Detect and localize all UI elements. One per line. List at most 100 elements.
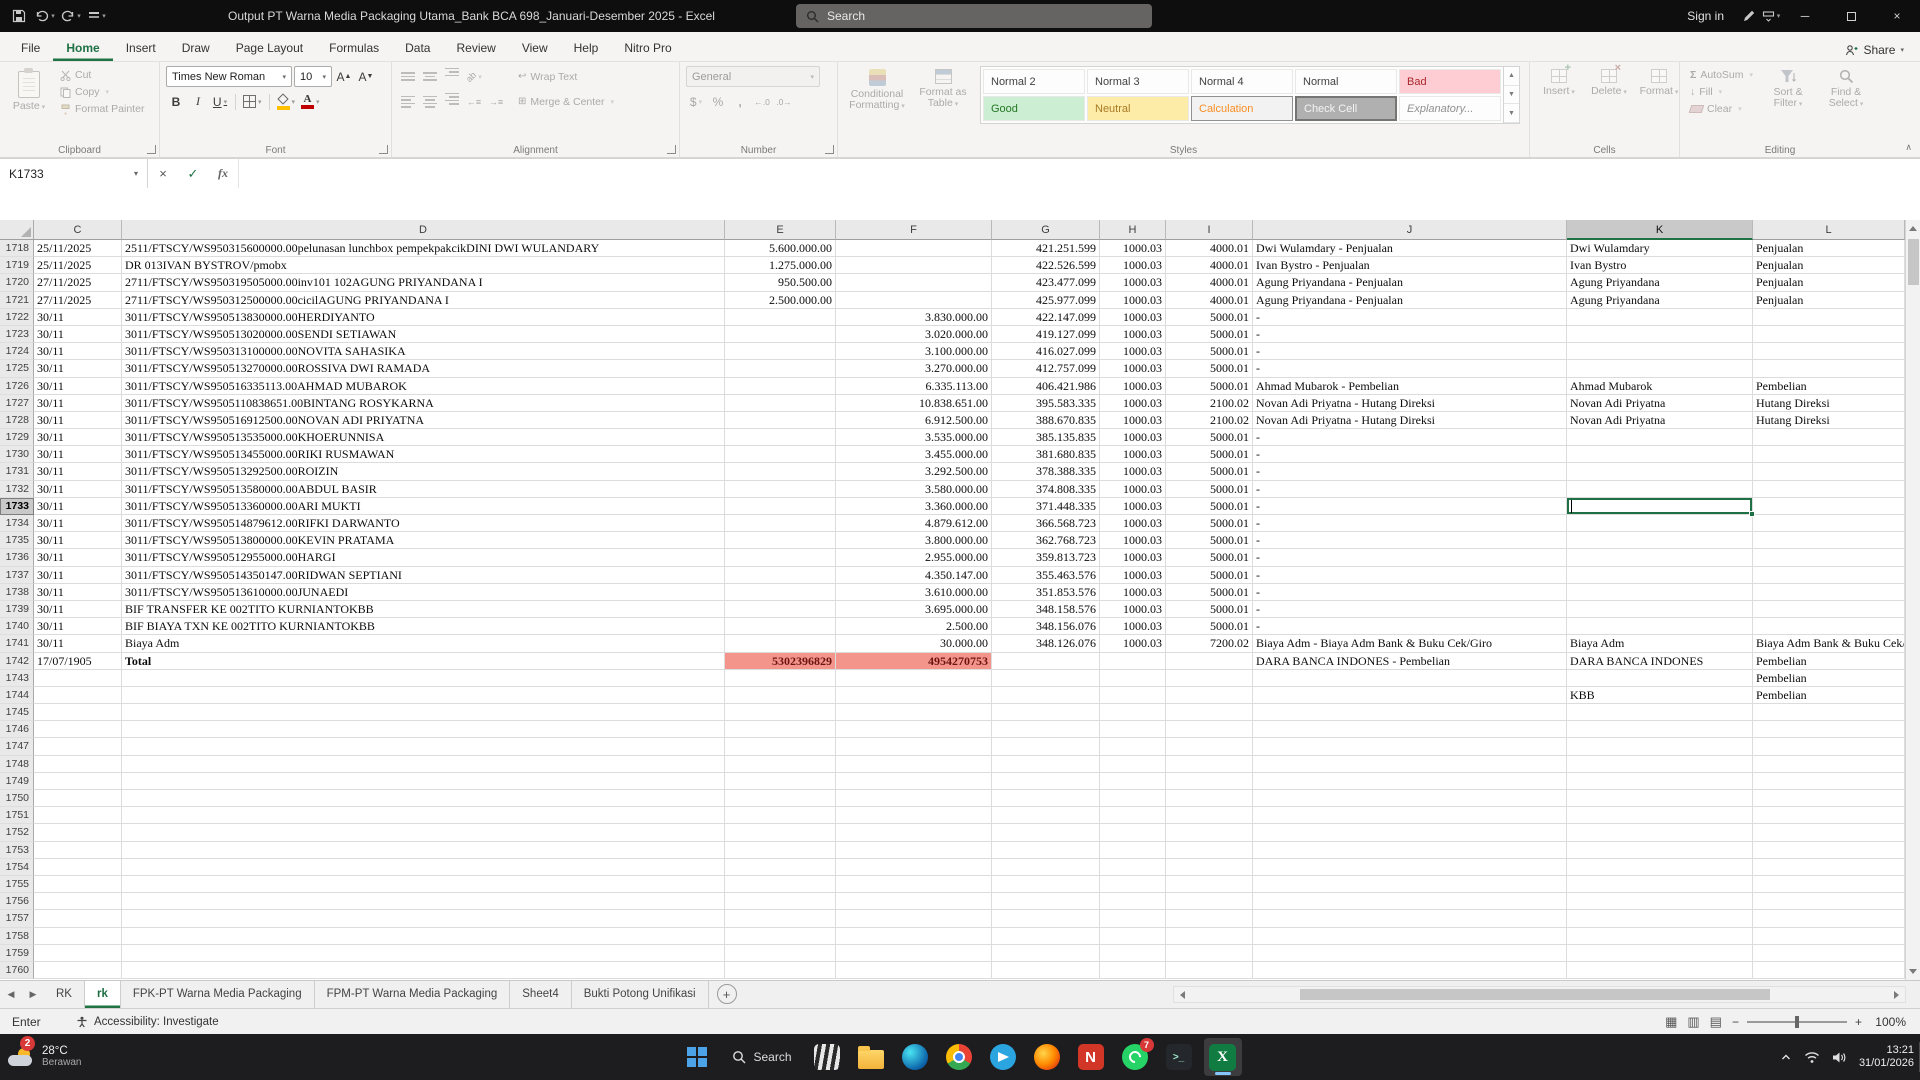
grid-cell[interactable]: 3011/FTSCY/WS950514350147.00RIDWAN SEPTI… xyxy=(122,567,725,584)
autosum-button[interactable]: ΣAutoSum xyxy=(1686,68,1757,82)
grid-cell[interactable] xyxy=(1100,807,1166,824)
tab-insert[interactable]: Insert xyxy=(113,35,169,61)
sheet-tab-bukti-potong-unifikasi[interactable]: Bukti Potong Unifikasi xyxy=(572,981,709,1008)
grid-cell[interactable] xyxy=(725,601,836,618)
grid-cell[interactable]: Total xyxy=(122,653,725,670)
grid-cell[interactable]: 359.813.723 xyxy=(992,549,1100,566)
chrome-icon[interactable] xyxy=(940,1038,978,1076)
grid-cell[interactable] xyxy=(836,738,992,755)
grid-cell[interactable] xyxy=(1166,687,1253,704)
grid-cell[interactable]: 3.360.000.00 xyxy=(836,498,992,515)
cell-style-neutral[interactable]: Neutral xyxy=(1087,96,1189,121)
grid-cell[interactable]: - xyxy=(1253,567,1567,584)
grid-cell[interactable] xyxy=(836,721,992,738)
grid-cell[interactable]: 25/11/2025 xyxy=(34,240,122,257)
grid-cell[interactable]: 30/11 xyxy=(34,532,122,549)
grid-cell[interactable] xyxy=(1753,842,1905,859)
grid-cell[interactable] xyxy=(1166,670,1253,687)
grid-cell[interactable] xyxy=(1253,687,1567,704)
grid-cell[interactable]: Pembelian xyxy=(1753,670,1905,687)
grid-cell[interactable] xyxy=(1567,532,1753,549)
styles-scroll-up[interactable]: ▲ xyxy=(1504,67,1519,86)
grid-cell[interactable] xyxy=(1753,463,1905,480)
grid-cell[interactable]: 378.388.335 xyxy=(992,463,1100,480)
row-header[interactable]: 1739 xyxy=(0,601,34,618)
grid-cell[interactable] xyxy=(725,463,836,480)
sheet-tab-fpm-pt-warna-media-packaging[interactable]: FPM-PT Warna Media Packaging xyxy=(315,981,511,1008)
grid-cell[interactable]: 3011/FTSCY/WS9505110838651.00BINTANG ROS… xyxy=(122,395,725,412)
format-cells-button[interactable]: Format xyxy=(1636,66,1682,101)
decrease-decimal-button[interactable]: .0→ xyxy=(774,91,794,112)
wrap-text-button[interactable]: ↩Wrap Text xyxy=(514,70,581,84)
grid-cell[interactable]: 2511/FTSCY/WS950315600000.00pelunasan lu… xyxy=(122,240,725,257)
vertical-scrollbar[interactable] xyxy=(1905,220,1920,980)
cell-style-bad[interactable]: Bad xyxy=(1399,69,1501,94)
taskbar-clock[interactable]: 13:21 31/01/2026 xyxy=(1859,1044,1914,1071)
save-button[interactable] xyxy=(8,4,30,28)
grid-cell[interactable]: 1000.03 xyxy=(1100,429,1166,446)
grid-cell[interactable] xyxy=(122,738,725,755)
grid-cell[interactable] xyxy=(1166,893,1253,910)
grid-cell[interactable]: 1000.03 xyxy=(1100,481,1166,498)
grid-cell[interactable]: 1000.03 xyxy=(1100,549,1166,566)
grid-cell[interactable]: 388.670.835 xyxy=(992,412,1100,429)
grid-cell[interactable] xyxy=(1100,859,1166,876)
grid-cell[interactable]: 1000.03 xyxy=(1100,567,1166,584)
grid-cell[interactable]: 419.127.099 xyxy=(992,326,1100,343)
grid-cell[interactable]: BIF BIAYA TXN KE 002TITO KURNIANTOKBB xyxy=(122,618,725,635)
grid-cell[interactable]: 1000.03 xyxy=(1100,635,1166,652)
telegram-icon[interactable] xyxy=(984,1038,1022,1076)
grid-cell[interactable]: Agung Priyandana - Penjualan xyxy=(1253,292,1567,309)
grid-cell[interactable]: - xyxy=(1253,309,1567,326)
grid-cell[interactable] xyxy=(1753,498,1905,515)
insert-function-button[interactable]: fx xyxy=(208,159,238,188)
grid-cell[interactable] xyxy=(1567,704,1753,721)
fill-button[interactable]: ↓Fill xyxy=(1686,85,1757,99)
grid-cell[interactable]: 5000.01 xyxy=(1166,429,1253,446)
page-break-view-button[interactable]: ▤ xyxy=(1710,1014,1722,1030)
grid-cell[interactable]: 2711/FTSCY/WS950319505000.00inv101 102AG… xyxy=(122,274,725,291)
grid-cell[interactable]: 3.610.000.00 xyxy=(836,584,992,601)
grid-cell[interactable] xyxy=(1753,962,1905,979)
row-header[interactable]: 1744 xyxy=(0,687,34,704)
row-header[interactable]: 1758 xyxy=(0,928,34,945)
grid-cell[interactable] xyxy=(122,773,725,790)
grid-cell[interactable] xyxy=(1567,309,1753,326)
grid-cell[interactable] xyxy=(34,756,122,773)
grid-cell[interactable]: 3011/FTSCY/WS950513830000.00HERDIYANTO xyxy=(122,309,725,326)
row-header[interactable]: 1727 xyxy=(0,395,34,412)
customize-quick-access-button[interactable] xyxy=(86,4,108,28)
grid-cell[interactable]: Biaya Adm xyxy=(1567,635,1753,652)
grid-cell[interactable] xyxy=(836,773,992,790)
format-as-table-button[interactable]: Format as Table xyxy=(914,66,972,113)
column-header-f[interactable]: F xyxy=(836,220,992,240)
grid-cell[interactable]: 425.977.099 xyxy=(992,292,1100,309)
grid-cell[interactable] xyxy=(992,842,1100,859)
row-header[interactable]: 1720 xyxy=(0,274,34,291)
grid-cell[interactable] xyxy=(1253,876,1567,893)
grid-cell[interactable]: 3011/FTSCY/WS950513292500.00ROIZIN xyxy=(122,463,725,480)
grid-cell[interactable] xyxy=(1567,945,1753,962)
font-size-select[interactable]: 10 xyxy=(294,66,332,87)
grid-cell[interactable] xyxy=(122,824,725,841)
grid-cell[interactable]: 1000.03 xyxy=(1100,515,1166,532)
sheet-tab-fpk-pt-warna-media-packaging[interactable]: FPK-PT Warna Media Packaging xyxy=(121,981,315,1008)
grid-cell[interactable] xyxy=(992,824,1100,841)
grid-cell[interactable] xyxy=(1166,824,1253,841)
grid-cell[interactable] xyxy=(1567,326,1753,343)
grid-cell[interactable] xyxy=(1567,721,1753,738)
styles-scroll-down[interactable]: ▼ xyxy=(1504,86,1519,105)
paste-button[interactable]: Paste xyxy=(6,68,52,116)
grid-cell[interactable]: 30/11 xyxy=(34,567,122,584)
row-header[interactable]: 1754 xyxy=(0,859,34,876)
grid-cell[interactable] xyxy=(992,687,1100,704)
grid-cell[interactable] xyxy=(1166,962,1253,979)
cancel-button[interactable]: × xyxy=(148,159,178,188)
grid-cell[interactable]: 2100.02 xyxy=(1166,412,1253,429)
grid-cell[interactable]: 30/11 xyxy=(34,618,122,635)
row-header[interactable]: 1724 xyxy=(0,343,34,360)
grid-cell[interactable] xyxy=(1753,567,1905,584)
grid-cell[interactable] xyxy=(1253,824,1567,841)
grid-cell[interactable]: - xyxy=(1253,446,1567,463)
grid-cell[interactable] xyxy=(1753,481,1905,498)
